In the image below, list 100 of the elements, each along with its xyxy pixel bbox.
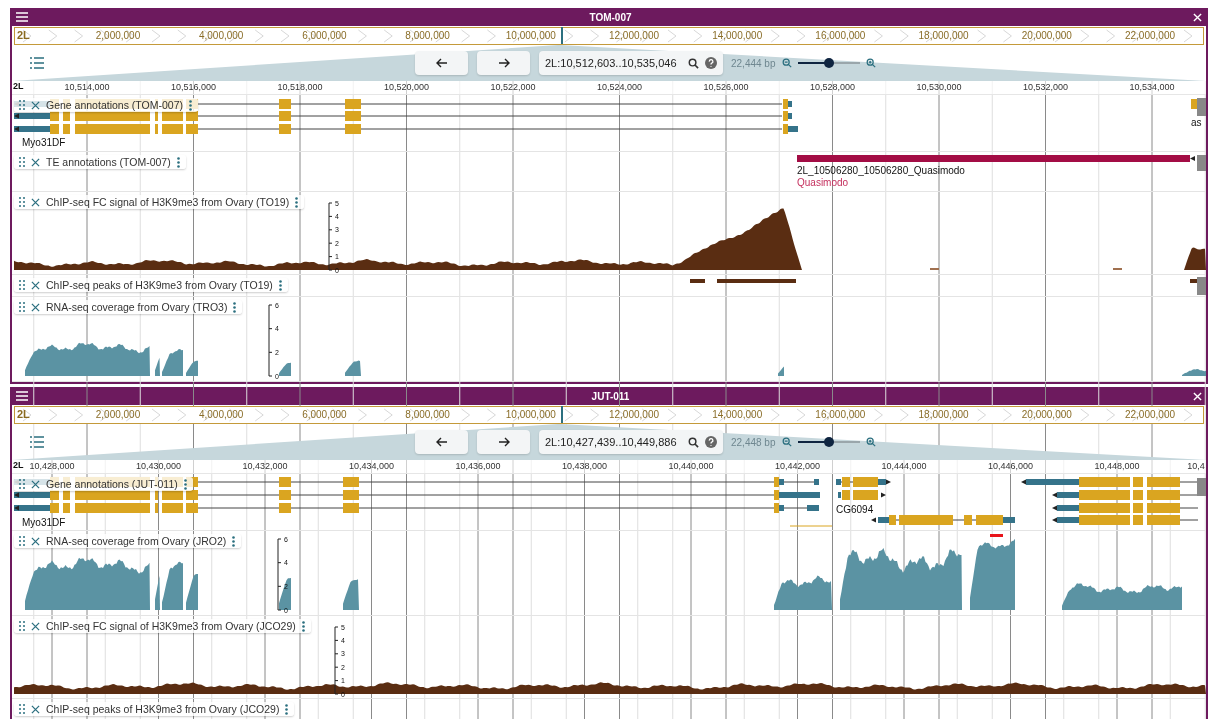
back-button[interactable] [415, 430, 468, 454]
overview-tick-label: 8,000,000 [405, 409, 450, 420]
drag-handle-icon[interactable] [19, 302, 25, 312]
coverage-block [186, 574, 198, 610]
ruler-tick-label: 10,438,000 [562, 461, 607, 471]
search-icon[interactable] [688, 57, 699, 69]
overview-tick-label: 22,000,000 [1124, 409, 1176, 420]
track-menu-icon[interactable] [295, 196, 299, 208]
coverage-block [155, 575, 160, 610]
coverage-block [162, 349, 183, 376]
close-icon[interactable] [31, 302, 40, 312]
coverage-block [970, 538, 1015, 610]
drag-handle-icon[interactable] [19, 100, 25, 110]
feature-description: Quasimodo [797, 177, 849, 188]
arrow-left-icon [435, 437, 448, 447]
track-menu-icon[interactable] [188, 99, 192, 111]
chromosome-label: 2L [13, 460, 24, 470]
track-menu-icon[interactable] [301, 620, 305, 632]
help-icon[interactable] [705, 436, 717, 448]
drag-handle-icon[interactable] [19, 704, 25, 714]
track-menu-icon[interactable] [233, 301, 237, 313]
clipping-indicator [990, 534, 1003, 537]
overview-tick-label: 8,000,000 [405, 30, 450, 41]
overview-tick-label: 14,000,000 [712, 30, 763, 41]
scroll-handle[interactable] [1197, 277, 1206, 295]
peak-bar [690, 279, 705, 283]
forward-button[interactable] [477, 430, 530, 454]
help-icon[interactable] [705, 57, 717, 69]
slider-thumb[interactable] [823, 437, 834, 447]
overview-ruler[interactable]: 2L 2,000,000 4,000,000 6,000,000 8,000,000 10,000,000 12,000,000 14,000,000 16,000,000 18,000,000 20,000,000 22,000,000 [14, 27, 1204, 45]
location-bar[interactable]: 2L:10,512,603..10,535,046 [539, 51, 723, 75]
track-name: Gene annotations (JUT-011) [46, 478, 178, 490]
ruler-tick-label: 10,442,000 [775, 461, 820, 471]
coverage-block [186, 360, 198, 376]
coverage-block [774, 575, 832, 610]
menu-icon[interactable] [16, 12, 28, 22]
menu-icon[interactable] [16, 391, 28, 401]
zoom-out-icon[interactable] [781, 58, 792, 68]
slider-thumb[interactable] [823, 58, 834, 68]
overview-ruler[interactable]: 2L 2,000,000 4,000,000 6,000,000 8,000,000 10,000,000 12,000,000 14,000,000 16,000,000 18,000,000 20,000,000 22,000,000 [14, 406, 1204, 424]
view-title: JUT-011 [590, 390, 631, 402]
drag-handle-icon[interactable] [19, 536, 25, 546]
span-label: 22,448 bp [731, 436, 776, 448]
ruler-tick-label: 10,526,000 [703, 82, 749, 92]
feature-label: Myo31DF [22, 137, 66, 148]
zoom-in-icon[interactable] [865, 58, 876, 68]
feature-label: Myo31DF [22, 517, 66, 528]
coverage-block [778, 366, 784, 376]
overview-tick-label: 18,000,000 [918, 409, 969, 420]
track-name: ChIP-seq peaks of H3K9me3 from Ovary (TO19) [46, 279, 273, 291]
feature-label: CG6094 [836, 504, 874, 515]
close-icon[interactable] [31, 197, 40, 207]
coverage-block [155, 357, 160, 376]
close-icon[interactable] [31, 704, 40, 714]
overview-tick-label: 20,000,000 [1021, 30, 1072, 41]
coverage-block [343, 579, 359, 610]
close-icon[interactable] [31, 479, 40, 489]
track-name: Gene annotations (TOM-007) [46, 99, 183, 111]
back-button[interactable] [415, 51, 468, 75]
close-icon[interactable] [31, 536, 40, 546]
close-icon[interactable] [31, 621, 40, 631]
location-bar[interactable]: 2L:10,427,439..10,449,886 [539, 430, 723, 454]
view-title: TOM-007 [588, 11, 633, 23]
track-menu-icon[interactable] [183, 478, 187, 490]
zoom-out-icon[interactable] [781, 437, 792, 447]
drag-handle-icon[interactable] [19, 197, 25, 207]
ruler-tick-label: 10,444,000 [881, 461, 927, 471]
location-field[interactable]: 2L:10,427,439..10,449,886 [545, 436, 682, 448]
drag-handle-icon[interactable] [19, 280, 25, 290]
overview-tick-label: 12,000,000 [608, 30, 660, 41]
track-menu-icon[interactable] [278, 279, 282, 291]
location-field[interactable]: 2L:10,512,603..10,535,046 [545, 57, 682, 69]
track-list-icon[interactable] [30, 436, 44, 448]
close-icon[interactable] [31, 100, 40, 110]
track-menu-icon[interactable] [176, 156, 180, 168]
forward-button[interactable] [477, 51, 530, 75]
scroll-handle[interactable] [1197, 478, 1206, 496]
search-icon[interactable] [688, 436, 699, 448]
chromosome-label: 2L [17, 29, 30, 41]
close-icon[interactable] [31, 280, 40, 290]
ruler-tick-label: 10,432,000 [242, 461, 288, 471]
ruler-tick-label: 10,534,000 [1129, 82, 1175, 92]
track-name: ChIP-seq peaks of H3K9me3 from Ovary (JCO29) [46, 703, 280, 715]
close-icon[interactable] [31, 157, 40, 167]
zoom-in-icon[interactable] [865, 437, 876, 447]
coverage-block [279, 362, 291, 376]
drag-handle-icon[interactable] [19, 479, 25, 489]
ruler-tick-label: 10,516,000 [171, 82, 216, 92]
y-axis [328, 202, 333, 271]
drag-handle-icon[interactable] [19, 157, 25, 167]
track-list-icon[interactable] [30, 57, 44, 69]
track-menu-icon[interactable] [285, 703, 289, 715]
y-axis [334, 626, 339, 695]
track-menu-icon[interactable] [232, 535, 236, 547]
ruler-tick-label: 10,430,000 [136, 461, 181, 471]
scroll-handle[interactable] [1197, 98, 1206, 116]
drag-handle-icon[interactable] [19, 621, 25, 631]
scroll-handle[interactable] [1197, 155, 1206, 171]
overview-tick-label: 4,000,000 [198, 30, 244, 41]
coverage-block [162, 561, 183, 610]
